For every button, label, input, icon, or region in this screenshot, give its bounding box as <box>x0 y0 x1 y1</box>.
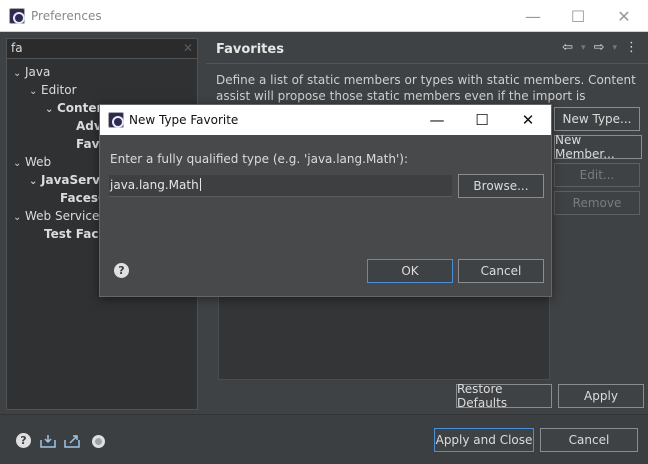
text-caret <box>199 178 201 191</box>
filter-value: fa <box>11 41 23 55</box>
eclipse-app-icon <box>108 112 124 128</box>
help-icon[interactable]: ? <box>16 433 31 448</box>
page-nav: ⇦ ▾ ⇨ ▾ ⋮ <box>562 40 638 55</box>
maximize-button[interactable]: ☐ <box>555 0 601 32</box>
chevron-down-icon[interactable]: ⌄ <box>29 86 41 97</box>
back-arrow-icon[interactable]: ⇦ <box>562 40 573 55</box>
eclipse-app-icon <box>9 8 25 24</box>
ok-button[interactable]: OK <box>367 259 453 283</box>
remove-button[interactable]: Remove <box>554 191 640 215</box>
chevron-down-icon[interactable]: ⌄ <box>13 158 25 169</box>
apply-and-close-button[interactable]: Apply and Close <box>434 428 534 452</box>
preferences-window: Preferences — ☐ ✕ fa ✕ ⌄ Java ⌄ Editor ⌄ Co… <box>0 0 648 464</box>
tree-item-label: Adv <box>76 119 102 133</box>
forward-arrow-icon[interactable]: ⇨ <box>594 40 605 55</box>
tree-item-label: Web Services <box>25 209 106 223</box>
dialog-maximize-button[interactable]: ☐ <box>459 105 505 135</box>
chevron-down-icon[interactable]: ⌄ <box>13 68 25 79</box>
cancel-button[interactable]: Cancel <box>540 428 638 452</box>
dialog-minimize-button[interactable]: — <box>414 105 460 135</box>
export-icon[interactable] <box>64 433 80 449</box>
type-input-value: java.lang.Math <box>110 178 199 192</box>
apply-button[interactable]: Apply <box>558 384 644 408</box>
tree-item-content-assist[interactable]: ⌄ Conten <box>45 101 105 119</box>
tree-item-advanced[interactable]: Adv <box>76 119 102 137</box>
new-member-button[interactable]: New Member... <box>554 133 642 161</box>
minimize-button[interactable]: — <box>510 0 556 32</box>
tree-item-label: Editor <box>41 83 77 97</box>
type-input[interactable]: java.lang.Math <box>109 175 452 197</box>
tree-item-javaserver-faces[interactable]: ⌄ JavaServe <box>29 173 108 191</box>
new-type-favorite-dialog: New Type Favorite — ☐ ✕ Enter a fully qu… <box>99 104 552 297</box>
tree-item-label: Conten <box>57 101 106 115</box>
tree-item-label: Java <box>25 65 51 79</box>
window-title: Preferences <box>31 9 102 23</box>
dialog-title: New Type Favorite <box>129 113 239 127</box>
chevron-down-icon[interactable]: ⌄ <box>13 212 25 223</box>
dialog-title-bar: New Type Favorite — ☐ ✕ <box>100 105 551 135</box>
tree-item-java[interactable]: ⌄ Java <box>13 65 50 83</box>
edit-button[interactable]: Edit... <box>554 163 640 187</box>
filter-input[interactable]: fa ✕ <box>7 39 197 59</box>
oomph-record-icon[interactable] <box>90 433 106 449</box>
tree-item-web[interactable]: ⌄ Web <box>13 155 51 173</box>
import-icon[interactable] <box>40 433 56 449</box>
new-type-button[interactable]: New Type... <box>554 107 640 131</box>
tree-item-web-services[interactable]: ⌄ Web Services <box>13 209 106 227</box>
back-dropdown-icon[interactable]: ▾ <box>581 40 586 55</box>
type-field-label: Enter a fully qualified type (e.g. 'java… <box>110 152 408 166</box>
dialog-cancel-button[interactable]: Cancel <box>458 259 544 283</box>
clear-filter-icon[interactable]: ✕ <box>183 41 193 55</box>
chevron-down-icon[interactable]: ⌄ <box>29 176 41 187</box>
title-bar: Preferences — ☐ ✕ <box>0 0 648 32</box>
forward-dropdown-icon[interactable]: ▾ <box>612 40 617 55</box>
tree-item-editor[interactable]: ⌄ Editor <box>29 83 77 101</box>
page-title: Favorites <box>216 42 284 57</box>
restore-defaults-button[interactable]: Restore Defaults <box>456 382 552 410</box>
dialog-close-button[interactable]: ✕ <box>505 105 551 135</box>
browse-button[interactable]: Browse... <box>458 174 544 198</box>
close-button[interactable]: ✕ <box>601 0 647 32</box>
tree-item-label: Web <box>25 155 52 169</box>
chevron-down-icon[interactable]: ⌄ <box>45 104 57 115</box>
dialog-help-icon[interactable]: ? <box>114 263 129 278</box>
page-header: Favorites ⇦ ▾ ⇨ ▾ ⋮ <box>206 34 648 64</box>
bottom-bar: ? Apply and Close Cancel <box>0 414 648 464</box>
view-menu-icon[interactable]: ⋮ <box>625 40 638 55</box>
